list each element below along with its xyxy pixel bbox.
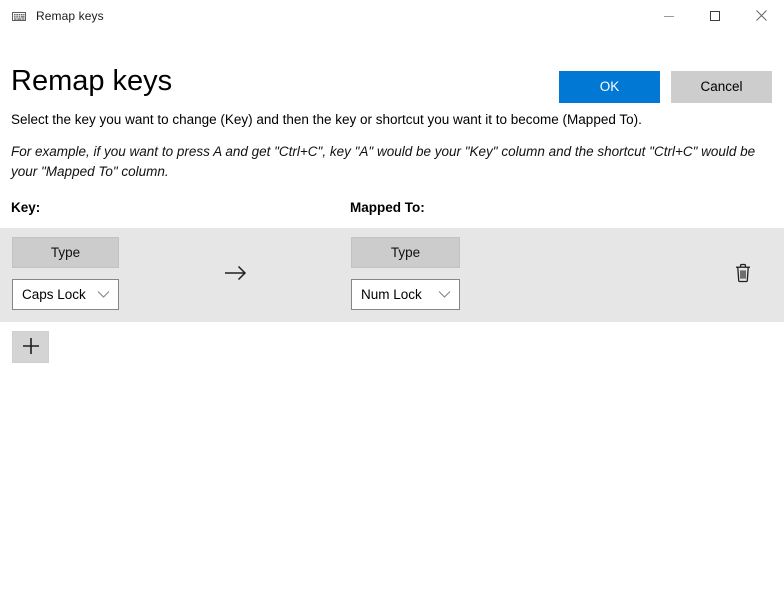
close-icon (755, 9, 768, 22)
window-title: Remap keys (36, 8, 104, 23)
page-header: Remap keys OK Cancel (0, 31, 784, 103)
column-headings: Key: Mapped To: (0, 199, 784, 219)
arrow-right-icon (223, 264, 249, 287)
instructions-example: For example, if you want to press A and … (11, 144, 756, 179)
key-dropdown[interactable]: Caps Lock (12, 279, 119, 310)
ok-button[interactable]: OK (559, 71, 660, 103)
page-title: Remap keys (11, 65, 173, 97)
header-actions: OK Cancel (559, 71, 772, 103)
add-remap-button[interactable] (12, 331, 49, 363)
remap-row: Type Caps Lock Type Num Lock (0, 228, 784, 322)
delete-row-button[interactable] (730, 261, 756, 289)
instructions: Select the key you want to change (Key) … (11, 111, 773, 182)
maps-to-arrow (222, 261, 250, 289)
title-bar: Remap keys (0, 0, 784, 31)
column-heading-mapped-to: Mapped To: (350, 200, 425, 215)
keyboard-icon (11, 8, 27, 24)
mapped-to-column-cell: Type Num Lock (351, 237, 460, 310)
key-dropdown-value: Caps Lock (22, 287, 86, 302)
plus-icon (20, 335, 42, 360)
column-heading-key: Key: (11, 200, 41, 215)
maximize-button[interactable] (692, 0, 738, 31)
maximize-icon (709, 10, 721, 22)
chevron-down-icon (97, 286, 110, 304)
close-button[interactable] (738, 0, 784, 31)
window-controls (646, 0, 784, 31)
trash-icon (733, 262, 753, 289)
mapped-dropdown[interactable]: Num Lock (351, 279, 460, 310)
key-type-button[interactable]: Type (12, 237, 119, 268)
key-column-cell: Type Caps Lock (12, 237, 119, 310)
mapped-type-button[interactable]: Type (351, 237, 460, 268)
mapped-dropdown-value: Num Lock (361, 287, 422, 302)
minimize-icon (663, 10, 675, 22)
minimize-button[interactable] (646, 0, 692, 31)
instructions-primary: Select the key you want to change (Key) … (11, 112, 642, 127)
title-bar-left: Remap keys (0, 8, 104, 24)
cancel-button[interactable]: Cancel (671, 71, 772, 103)
chevron-down-icon (438, 286, 451, 304)
